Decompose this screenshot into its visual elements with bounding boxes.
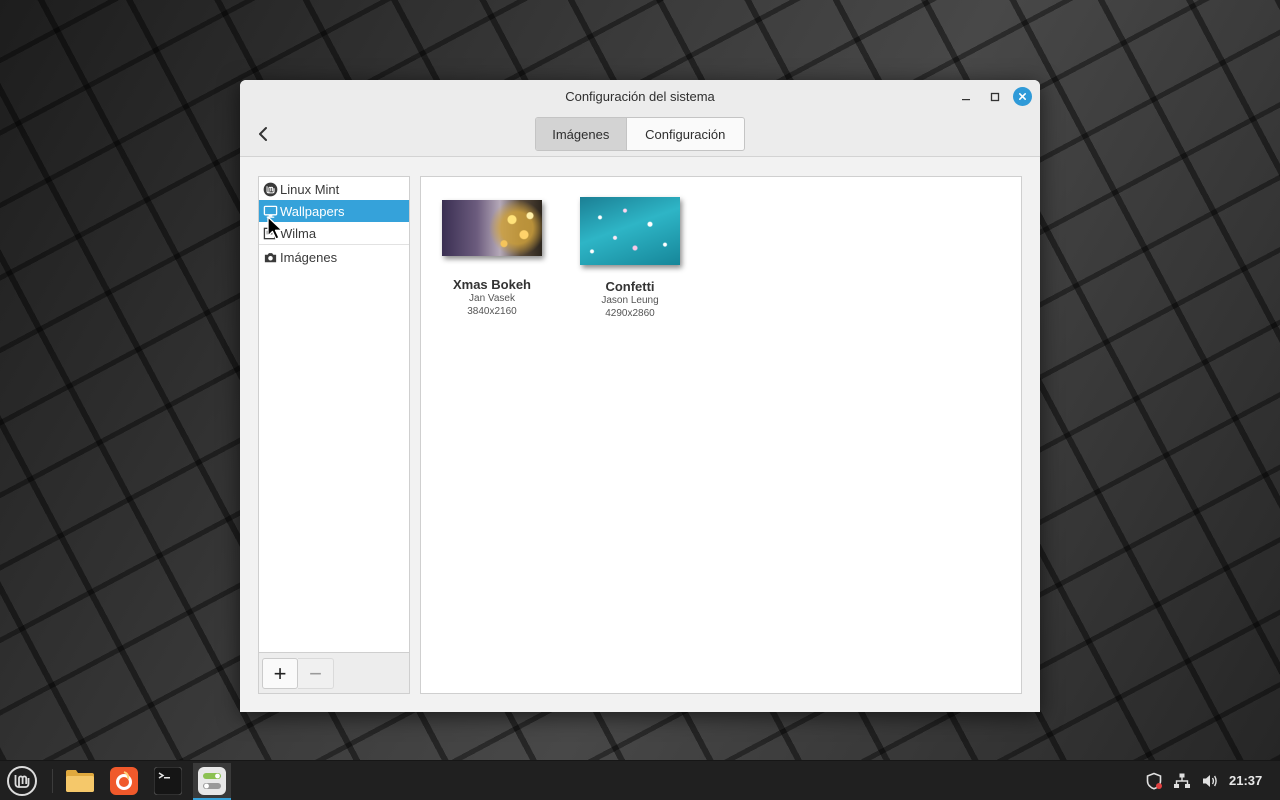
update-manager-tray[interactable] <box>1144 771 1164 791</box>
volume-icon <box>1203 775 1217 787</box>
maximize-icon <box>990 92 1000 102</box>
sidebar-item-images[interactable]: Imágenes <box>259 246 409 268</box>
sidebar-separator <box>259 244 409 245</box>
close-icon <box>1018 92 1027 101</box>
settings-icon <box>198 767 226 795</box>
sidebar-item-label: Wallpapers <box>280 203 345 219</box>
firefox-launcher[interactable] <box>105 763 143 799</box>
wallpaper-grid: Xmas Bokeh Jan Vasek 3840x2160 Confetti … <box>420 176 1022 694</box>
menu-icon <box>7 766 37 796</box>
volume-tray[interactable] <box>1200 771 1220 791</box>
sidebar-item-label: Linux Mint <box>280 181 340 197</box>
wallpaper-name: Xmas Bokeh <box>452 277 532 292</box>
clock[interactable]: 21:37 <box>1229 773 1262 788</box>
sidebar-toolbar: + − <box>259 652 409 693</box>
chevron-left-icon <box>259 127 267 141</box>
taskbar: 21:37 <box>0 760 1280 800</box>
wallpaper-name: Confetti <box>605 279 655 294</box>
system-settings-launcher[interactable] <box>193 763 231 799</box>
wallpaper-thumbnail[interactable] <box>442 200 542 256</box>
terminal-launcher[interactable] <box>149 763 187 799</box>
sidebar: Linux Mint Wallpapers Wilma Imágenes + − <box>258 176 410 694</box>
wallpaper-item[interactable]: Xmas Bokeh Jan Vasek 3840x2160 <box>440 200 544 318</box>
window-title: Configuración del sistema <box>565 89 715 104</box>
tab-images[interactable]: Imágenes <box>536 118 627 150</box>
header-bar: Configuración del sistema Imágenes Confi… <box>240 80 1040 157</box>
files-icon <box>66 770 94 792</box>
mouse-cursor-icon <box>267 216 283 240</box>
minimize-button[interactable] <box>956 88 976 106</box>
shield-icon <box>1146 772 1162 790</box>
wallpaper-resolution: 3840x2160 <box>467 306 517 317</box>
wallpaper-resolution: 4290x2860 <box>605 308 655 319</box>
view-switcher: Imágenes Configuración <box>535 117 745 151</box>
wallpaper-thumbnail[interactable] <box>580 197 680 265</box>
wallpaper-item[interactable]: Confetti Jason Leung 4290x2860 <box>578 197 682 320</box>
add-folder-button[interactable]: + <box>262 658 298 689</box>
minimize-icon <box>962 99 970 101</box>
wallpaper-author: Jan Vasek <box>469 293 515 304</box>
taskbar-separator <box>52 769 53 793</box>
sidebar-item-linux-mint[interactable]: Linux Mint <box>259 178 409 200</box>
terminal-icon <box>154 767 182 795</box>
firefox-icon <box>110 767 138 795</box>
close-button[interactable] <box>1013 87 1032 106</box>
tab-settings[interactable]: Configuración <box>627 118 744 150</box>
wallpaper-author: Jason Leung <box>601 295 659 306</box>
camera-icon <box>262 249 278 265</box>
back-button[interactable] <box>252 123 274 145</box>
sidebar-item-label: Imágenes <box>280 249 338 265</box>
remove-folder-button[interactable]: − <box>298 658 334 689</box>
network-tray[interactable] <box>1172 771 1192 791</box>
linux-mint-logo-icon <box>262 181 278 197</box>
files-launcher[interactable] <box>61 763 99 799</box>
system-settings-window: Configuración del sistema Imágenes Confi… <box>240 80 1040 712</box>
start-menu-button[interactable] <box>3 763 41 799</box>
network-icon <box>1174 773 1190 788</box>
maximize-button[interactable] <box>985 88 1005 106</box>
